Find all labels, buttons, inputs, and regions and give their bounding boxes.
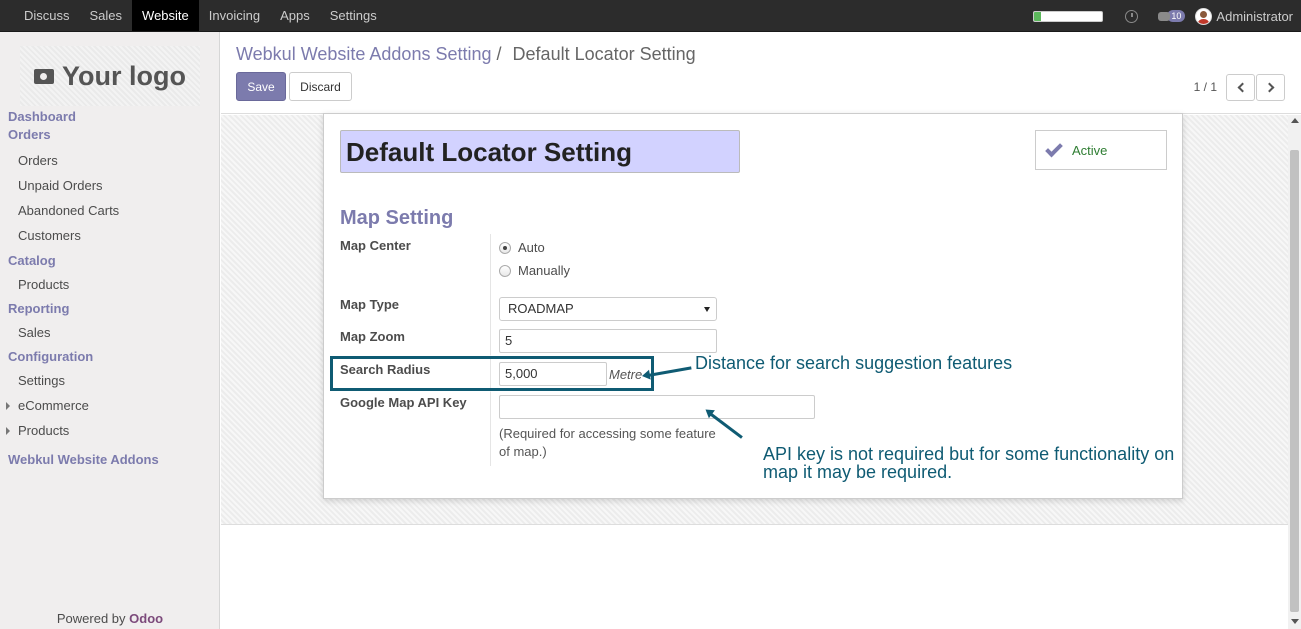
sidebar-item-abandoned-carts[interactable]: Abandoned Carts bbox=[0, 198, 220, 223]
powered-by: Powered by Odoo bbox=[0, 611, 220, 626]
api-key-label: Google Map API Key bbox=[340, 395, 467, 410]
radio-manually[interactable] bbox=[499, 264, 511, 277]
map-center-manually-option[interactable]: Manually bbox=[499, 263, 570, 278]
sidebar-section-webkul-addons[interactable]: Webkul Website Addons bbox=[0, 451, 220, 469]
sidebar: Your logo Dashboard Orders Orders Unpaid… bbox=[0, 32, 220, 629]
sidebar-item-customers[interactable]: Customers bbox=[0, 223, 220, 248]
breadcrumb-parent[interactable]: Webkul Website Addons Setting bbox=[236, 44, 492, 64]
pager-value: 1 / 1 bbox=[1193, 80, 1217, 94]
api-key-input[interactable] bbox=[499, 395, 815, 419]
progress-bar bbox=[1033, 10, 1104, 22]
radio-manually-label: Manually bbox=[518, 263, 571, 278]
clock-icon[interactable] bbox=[1125, 9, 1139, 23]
pager-previous-button[interactable] bbox=[1226, 74, 1255, 101]
sidebar-item-dashboard[interactable]: Dashboard bbox=[0, 108, 220, 126]
form-sheet: Default Locator Setting Active Map Setti… bbox=[323, 113, 1183, 499]
sidebar-item-ecommerce[interactable]: eCommerce bbox=[0, 393, 220, 418]
sidebar-item-settings[interactable]: Settings bbox=[0, 368, 220, 393]
map-type-select[interactable]: ROADMAP bbox=[499, 297, 717, 321]
map-zoom-input[interactable]: 5 bbox=[499, 329, 717, 353]
annotation-search-radius: Distance for search suggestion features bbox=[695, 353, 1013, 373]
messaging-button[interactable]: 10 bbox=[1158, 10, 1186, 22]
menu-discuss[interactable]: Discuss bbox=[14, 0, 80, 31]
menu-invoicing[interactable]: Invoicing bbox=[199, 0, 270, 31]
name-field[interactable]: Default Locator Setting bbox=[340, 130, 740, 173]
chat-count-badge: 10 bbox=[1167, 10, 1186, 22]
sidebar-section-orders[interactable]: Orders bbox=[0, 126, 220, 144]
chevron-right-icon bbox=[1264, 82, 1274, 93]
map-zoom-label: Map Zoom bbox=[340, 329, 405, 344]
menu-settings[interactable]: Settings bbox=[320, 0, 387, 31]
top-navbar: Discuss Sales Website Invoicing Apps Set… bbox=[0, 0, 1301, 32]
content-bottom bbox=[221, 526, 1288, 629]
top-menu: Discuss Sales Website Invoicing Apps Set… bbox=[0, 0, 387, 31]
sidebar-item-orders[interactable]: Orders bbox=[0, 148, 220, 173]
check-icon bbox=[1045, 139, 1063, 157]
sidebar-item-sales[interactable]: Sales bbox=[0, 320, 220, 345]
logo-text: Your logo bbox=[62, 60, 186, 91]
sidebar-section-configuration[interactable]: Configuration bbox=[0, 348, 220, 366]
scrollbar[interactable] bbox=[1288, 115, 1301, 629]
map-center-label: Map Center bbox=[340, 238, 411, 253]
menu-sales[interactable]: Sales bbox=[80, 0, 133, 31]
sidebar-section-catalog[interactable]: Catalog bbox=[0, 252, 220, 270]
chevron-left-icon bbox=[1237, 82, 1247, 93]
api-key-help: (Required for accessing some feature of … bbox=[499, 426, 716, 459]
annotation-api-key: API key is not required but for some fun… bbox=[763, 444, 1175, 482]
active-label: Active bbox=[1072, 142, 1108, 158]
sidebar-nav: Dashboard Orders Orders Unpaid Orders Ab… bbox=[0, 108, 220, 469]
menu-apps[interactable]: Apps bbox=[270, 0, 320, 31]
user-menu[interactable]: Administrator bbox=[1216, 9, 1293, 24]
map-type-label: Map Type bbox=[340, 297, 399, 312]
radio-auto-label: Auto bbox=[518, 240, 545, 255]
sidebar-item-products[interactable]: Products bbox=[0, 272, 220, 297]
scroll-down-icon[interactable] bbox=[1291, 619, 1299, 624]
scroll-up-icon[interactable] bbox=[1291, 118, 1299, 123]
breadcrumb-separator: / bbox=[496, 44, 502, 64]
menu-website[interactable]: Website bbox=[132, 0, 199, 31]
sidebar-section-reporting[interactable]: Reporting bbox=[0, 300, 220, 318]
powered-by-text: Powered by bbox=[56, 611, 126, 626]
breadcrumb-current: Default Locator Setting bbox=[512, 44, 696, 64]
pager-next-button[interactable] bbox=[1256, 74, 1285, 101]
chat-icon bbox=[1158, 11, 1171, 21]
control-panel: Webkul Website Addons Setting / Default … bbox=[221, 32, 1301, 114]
breadcrumb: Webkul Website Addons Setting / Default … bbox=[236, 44, 696, 65]
caret-down-icon bbox=[704, 307, 710, 312]
discard-button[interactable]: Discard bbox=[289, 72, 352, 101]
section-title: Map Setting bbox=[340, 207, 454, 229]
map-type-value: ROADMAP bbox=[508, 301, 574, 316]
save-button[interactable]: Save bbox=[236, 72, 286, 101]
camera-icon bbox=[34, 68, 54, 84]
active-toggle-button[interactable]: Active bbox=[1035, 130, 1167, 170]
progress-fill bbox=[1034, 11, 1042, 21]
avatar[interactable] bbox=[1195, 7, 1213, 25]
scroll-thumb[interactable] bbox=[1290, 150, 1299, 612]
sidebar-item-unpaid-orders[interactable]: Unpaid Orders bbox=[0, 173, 220, 198]
systray: 10 Administrator bbox=[1033, 0, 1293, 32]
field-divider bbox=[490, 234, 491, 466]
map-center-auto-option[interactable]: Auto bbox=[499, 240, 545, 255]
search-radius-highlight bbox=[330, 356, 654, 391]
radio-auto[interactable] bbox=[499, 241, 511, 254]
sidebar-item-config-products[interactable]: Products bbox=[0, 418, 220, 443]
odoo-link[interactable]: Odoo bbox=[129, 611, 163, 626]
company-logo[interactable]: Your logo bbox=[20, 46, 200, 106]
